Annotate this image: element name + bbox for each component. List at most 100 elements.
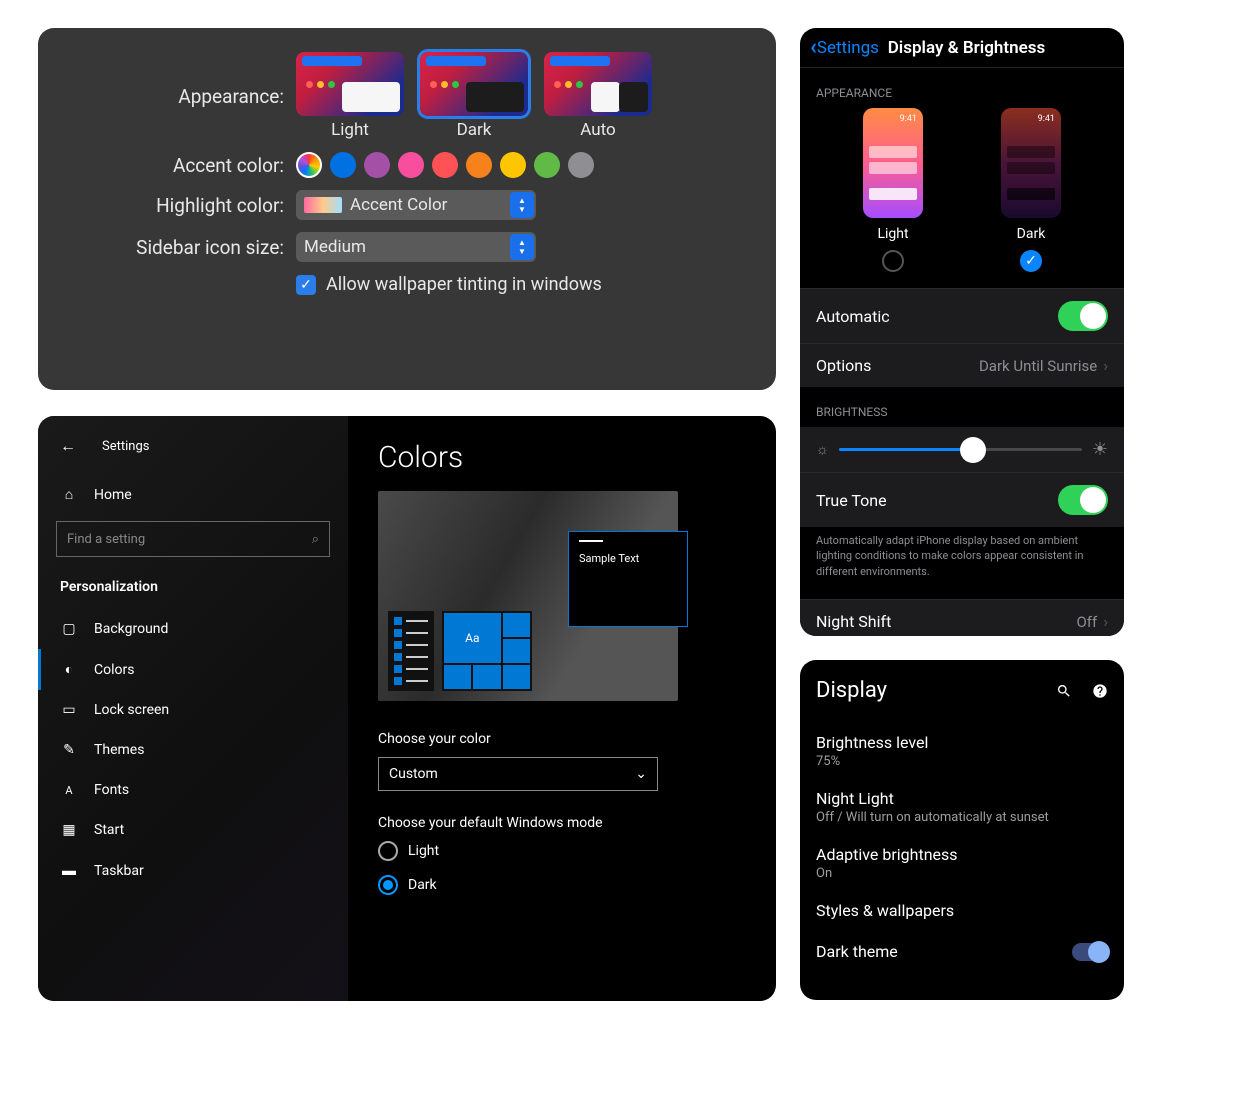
search-input[interactable]: Find a setting ⌕ [56,521,330,557]
appearance-option-light[interactable]: Light [296,52,404,140]
nav-start[interactable]: ▦Start [38,810,348,850]
mode-label: Choose your default Windows mode [378,815,746,831]
taskbar-icon: ▬ [60,862,78,879]
dark-radio[interactable]: ✓ [1020,250,1042,272]
chevron-down-icon: ⌄ [635,766,647,782]
accent-green[interactable] [534,152,560,178]
styles-wallpapers-item[interactable]: Styles & wallpapers [816,891,1108,932]
preview-area: Sample Text Aa [378,491,678,701]
accent-gray[interactable] [568,152,594,178]
accent-pink[interactable] [398,152,424,178]
android-display-panel: Display Brightness level 75% Night Light… [800,660,1124,1000]
appearance-auto-label: Auto [580,120,615,140]
truetone-switch[interactable] [1058,485,1108,515]
light-label: Light [877,226,908,242]
mode-radio-dark[interactable]: Dark [378,875,746,895]
search-placeholder: Find a setting [67,532,145,547]
dark-label: Dark [1017,226,1046,242]
brush-icon: ✎ [60,742,78,758]
nav-themes-label: Themes [94,742,144,758]
appearance-light-option[interactable]: 9:41 Light [863,108,923,272]
nav-themes[interactable]: ✎ Themes [38,730,348,770]
styles-label: Styles & wallpapers [816,901,1108,920]
accent-orange[interactable] [466,152,492,178]
accent-blue[interactable] [330,152,356,178]
search-icon[interactable] [1056,680,1072,701]
nightshift-row[interactable]: Night Shift Off › [800,599,1124,636]
adaptive-brightness-item[interactable]: Adaptive brightness On [816,835,1108,891]
adaptive-value: On [816,866,1108,881]
nav-colors-label: Colors [94,662,134,678]
image-icon: ▢ [60,621,78,637]
nightshift-value: Off [1076,613,1097,631]
windows-main: Colors Sample Text Aa Choose your color [348,416,776,1001]
nav-background-label: Background [94,621,168,637]
palette-icon: ◐ [60,661,78,678]
wallpaper-tinting-label: Allow wallpaper tinting in windows [326,274,602,295]
windows-settings-panel: ← Settings ⌂ Home Find a setting ⌕ Perso… [38,416,776,1001]
nav-fonts[interactable]: AFonts [38,770,348,810]
truetone-label: True Tone [816,491,887,510]
highlight-color-select[interactable]: Accent Color ▲▼ [296,190,536,220]
light-radio[interactable] [882,250,904,272]
brightness-slider[interactable] [839,448,1082,451]
page-title: Display & Brightness [819,38,1114,58]
options-row[interactable]: Options Dark Until Sunrise› [800,343,1124,387]
highlight-label: Highlight color: [38,194,296,217]
sun-small-icon: ☼ [816,441,829,458]
adaptive-label: Adaptive brightness [816,845,1108,864]
dark-theme-switch[interactable] [1072,943,1108,961]
back-label: Settings [102,439,149,454]
automatic-label: Automatic [816,307,890,326]
appearance-option-dark[interactable]: Dark [420,52,528,140]
accent-color-picker [296,152,594,178]
accent-purple[interactable] [364,152,390,178]
nav-start-label: Start [94,822,124,838]
night-light-item[interactable]: Night Light Off / Will turn on automatic… [816,779,1108,835]
accent-yellow[interactable] [500,152,526,178]
windows-sidebar: ← Settings ⌂ Home Find a setting ⌕ Perso… [38,416,348,1001]
nav-background[interactable]: ▢ Background [38,609,348,649]
brightness-section-label: BRIGHTNESS [800,387,1124,427]
nav-home-label: Home [94,487,132,503]
accent-red[interactable] [432,152,458,178]
chevron-right-icon: › [1103,612,1108,631]
sidebar-size-label: Sidebar icon size: [38,236,296,259]
brightness-level-item[interactable]: Brightness level 75% [816,723,1108,779]
wallpaper-tinting-checkbox[interactable]: ✓ [296,275,316,295]
sidebar-size-value: Medium [304,237,366,257]
nav-home[interactable]: ⌂ Home [38,474,348,515]
mode-radio-light[interactable]: Light [378,841,746,861]
nav-colors[interactable]: ◐ Colors [38,649,348,690]
nav-lock-screen[interactable]: ▭Lock screen [38,690,348,730]
help-icon[interactable] [1092,680,1108,701]
nav-lock-label: Lock screen [94,702,169,718]
sidebar-size-select[interactable]: Medium ▲▼ [296,232,536,262]
back-arrow-icon[interactable]: ← [60,436,76,456]
choose-color-value: Custom [389,766,438,782]
sample-window: Sample Text [568,531,688,627]
appearance-light-label: Light [331,120,369,140]
nightshift-label: Night Shift [816,612,891,631]
home-icon: ⌂ [60,486,78,503]
automatic-switch[interactable] [1058,301,1108,331]
choose-color-label: Choose your color [378,731,746,747]
choose-color-select[interactable]: Custom ⌄ [378,757,658,791]
appearance-option-auto[interactable]: Auto [544,52,652,140]
appearance-label: Appearance: [38,85,296,108]
chevron-updown-icon: ▲▼ [510,192,534,218]
font-icon: A [60,784,78,797]
options-label: Options [816,356,871,375]
nav-taskbar[interactable]: ▬Taskbar [38,850,348,891]
appearance-dark-label: Dark [457,120,492,140]
highlight-swatch-icon [304,197,342,213]
truetone-row: True Tone [800,472,1124,527]
options-value: Dark Until Sunrise [979,357,1097,375]
preview-menu-icon [388,611,434,691]
appearance-dark-option[interactable]: 9:41 Dark ✓ [1001,108,1061,272]
macos-general-panel: Appearance: Light Dark Auto Accent color… [38,28,776,390]
accent-label: Accent color: [38,154,296,177]
preview-time: 9:41 [1038,114,1055,124]
dark-theme-row: Dark theme [816,932,1108,971]
accent-multicolor[interactable] [296,152,322,178]
